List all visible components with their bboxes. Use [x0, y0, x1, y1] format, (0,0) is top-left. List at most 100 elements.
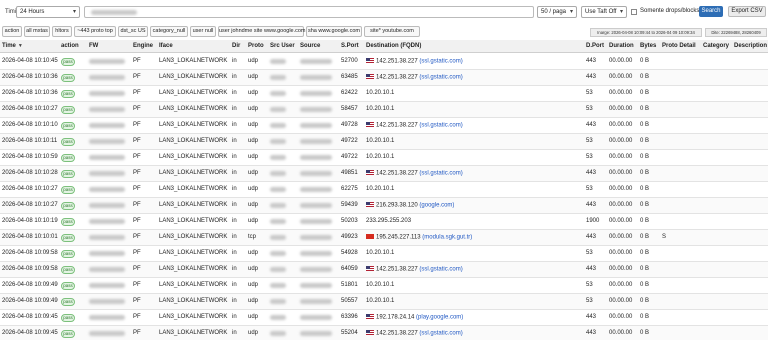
fqdn-link[interactable]: (modula.sgk.gut.tr)	[422, 235, 472, 241]
time-cell: 2026-04-08 10:09:49	[2, 282, 58, 288]
table-row[interactable]: 2026-04-08 10:10:27 pass PF LAN3_LOKALNETWO…	[0, 198, 768, 214]
col-action[interactable]: action	[61, 43, 79, 49]
col-duration[interactable]: Duration	[609, 43, 634, 49]
filter-chip[interactable]: dst_sc US	[118, 26, 148, 37]
fqdn-link[interactable]: (play.google.com)	[416, 315, 463, 321]
fqdn-link[interactable]: (ssl.gstatic.com)	[419, 331, 462, 337]
src-user-cell-redacted	[270, 235, 286, 241]
dir-cell: in	[232, 106, 237, 112]
col-source[interactable]: Source	[300, 43, 320, 49]
filter-chip[interactable]: category_null	[150, 26, 188, 37]
destination-cell: 10.20.10.1	[366, 138, 394, 144]
table-row[interactable]: 2026-04-08 10:10:27 pass PF LAN3_LOKALNETWO…	[0, 102, 768, 118]
action-badge: pass	[61, 330, 75, 338]
col-proto-detail[interactable]: Proto Detail	[662, 43, 696, 49]
filter-chip[interactable]: site* youtube.com	[364, 26, 420, 37]
action-badge: pass	[61, 186, 75, 194]
dir-cell: in	[232, 74, 237, 80]
table-row[interactable]: 2026-04-08 10:10:36 pass PF LAN3_LOKALNETWO…	[0, 86, 768, 102]
somente-checkbox[interactable]	[631, 9, 637, 15]
filter-chip[interactable]: action	[2, 26, 22, 37]
per-page-select[interactable]: 50 / paga ▾	[537, 6, 577, 18]
filter-chip[interactable]: sha www.google.com	[306, 26, 362, 37]
fqdn-link[interactable]: (google.com)	[419, 203, 454, 209]
engine-cell: PF	[133, 282, 141, 288]
col-fw[interactable]: FW	[89, 43, 98, 49]
table-row[interactable]: 2026-04-08 10:09:58 pass PF LAN3_LOKALNETWO…	[0, 246, 768, 262]
col-dir[interactable]: Dir	[232, 43, 240, 49]
time-cell: 2026-04-08 10:10:27	[2, 186, 58, 192]
col-engine[interactable]: Engine	[133, 43, 153, 49]
proto-cell: udp	[248, 218, 259, 224]
us-flag-icon	[366, 122, 374, 127]
destination-ip: 195.245.227.113	[376, 234, 421, 241]
col-category[interactable]: Category	[703, 43, 729, 49]
table-row[interactable]: 2026-04-08 10:10:28 pass PF LAN3_LOKALNETWO…	[0, 166, 768, 182]
col-bytes[interactable]: Bytes	[640, 43, 656, 49]
fqdn-link[interactable]: (ssl.gstatic.com)	[419, 123, 462, 129]
col-time[interactable]: Time ▼	[2, 43, 23, 49]
filter-chip[interactable]: hltors	[52, 26, 72, 37]
table-row[interactable]: 2026-04-08 10:09:49 pass PF LAN3_LOKALNETWO…	[0, 278, 768, 294]
table-row[interactable]: 2026-04-08 10:09:45 pass PF LAN3_LOKALNETWO…	[0, 310, 768, 326]
col-sport[interactable]: S.Port	[341, 43, 359, 49]
search-button[interactable]: Search	[699, 6, 723, 17]
table-row[interactable]: 2026-04-08 10:09:49 pass PF LAN3_LOKALNETWO…	[0, 294, 768, 310]
dport-cell: 443	[586, 330, 597, 336]
src-user-cell-redacted	[270, 331, 286, 337]
col-src-user[interactable]: Src User	[270, 43, 295, 49]
col-dport[interactable]: D.Port	[586, 43, 604, 49]
col-proto[interactable]: Proto	[248, 43, 264, 49]
fw-cell-redacted	[89, 75, 125, 81]
table-row[interactable]: 2026-04-08 10:10:27 pass PF LAN3_LOKALNETWO…	[0, 182, 768, 198]
engine-cell: PF	[133, 218, 141, 224]
fqdn-link[interactable]: (ssl.gstatic.com)	[419, 75, 462, 81]
source-cell-redacted	[300, 171, 332, 177]
dport-cell: 443	[586, 234, 597, 240]
filter-chip[interactable]: user null	[190, 26, 216, 37]
iface-cell: LAN3_LOKALNETWORK	[159, 234, 228, 240]
time-range-select[interactable]: 24 Hours ▾	[16, 6, 80, 18]
table-row[interactable]: 2026-04-08 10:10:11 pass PF LAN3_LOKALNETWO…	[0, 134, 768, 150]
duration-cell: 00.00.00	[609, 298, 633, 304]
table-row[interactable]: 2026-04-08 10:09:45 pass PF LAN3_LOKALNETWO…	[0, 326, 768, 340]
taft-select[interactable]: Use Taft Off ▾	[581, 6, 627, 18]
col-destination[interactable]: Destination (FQDN)	[366, 43, 421, 49]
dport-cell: 443	[586, 314, 597, 320]
table-row[interactable]: 2026-04-08 10:10:45 pass PF LAN3_LOKALNETWO…	[0, 54, 768, 70]
fqdn-link[interactable]: (ssl.gstatic.com)	[419, 267, 462, 273]
table-row[interactable]: 2026-04-08 10:10:01 pass PF LAN3_LOKALNETWO…	[0, 230, 768, 246]
filter-chip[interactable]: user johndme site www.google.com	[218, 26, 306, 37]
fqdn-link[interactable]: (ssl.gstatic.com)	[419, 59, 462, 65]
fw-cell-redacted	[89, 283, 125, 289]
filter-chip[interactable]: all mxtas	[24, 26, 50, 37]
action-badge: pass	[61, 234, 75, 242]
table-row[interactable]: 2026-04-08 10:10:19 pass PF LAN3_LOKALNETWO…	[0, 214, 768, 230]
col-iface[interactable]: Iface	[159, 43, 173, 49]
dport-cell: 53	[586, 186, 593, 192]
fw-cell-redacted	[89, 299, 125, 305]
bytes-cell: 0 B	[640, 186, 650, 192]
bytes-cell: 0 B	[640, 282, 650, 288]
filter-chip[interactable]: ~443 proto top	[74, 26, 116, 37]
search-input[interactable]	[84, 6, 534, 18]
col-description[interactable]: Description	[734, 43, 767, 49]
table-row[interactable]: 2026-04-08 10:09:58 pass PF LAN3_LOKALNETWO…	[0, 262, 768, 278]
action-badge: pass	[61, 170, 75, 178]
destination-ip: 10.20.10.1	[366, 186, 395, 192]
fw-cell-redacted	[89, 267, 125, 273]
sport-cell: 55204	[341, 330, 358, 336]
table-row[interactable]: 2026-04-08 10:10:59 pass PF LAN3_LOKALNETWO…	[0, 150, 768, 166]
action-badge: pass	[61, 74, 75, 82]
sort-down-icon: ▼	[17, 43, 23, 49]
us-flag-icon	[366, 74, 374, 79]
table-row[interactable]: 2026-04-08 10:10:36 pass PF LAN3_LOKALNETWO…	[0, 70, 768, 86]
export-csv-button[interactable]: Export CSV	[728, 6, 766, 17]
duration-cell: 00.00.00	[609, 170, 633, 176]
destination-ip: 142.251.38.227	[376, 122, 418, 129]
fqdn-link[interactable]: (ssl.gstatic.com)	[419, 171, 462, 177]
table-row[interactable]: 2026-04-08 10:10:10 pass PF LAN3_LOKALNETWO…	[0, 118, 768, 134]
engine-cell: PF	[133, 314, 141, 320]
dport-cell: 443	[586, 266, 597, 272]
time-cell: 2026-04-08 10:10:45	[2, 58, 58, 64]
